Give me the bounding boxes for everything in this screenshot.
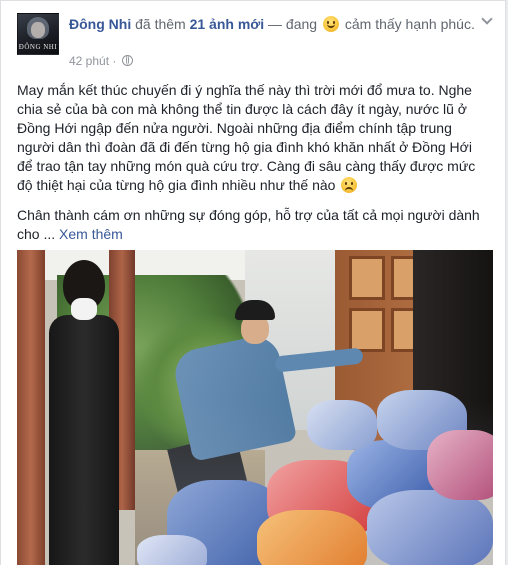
chevron-down-icon[interactable] <box>481 15 491 25</box>
photo-pillar <box>17 250 45 565</box>
feeling-text: cảm thấy hạnh phúc. <box>344 16 475 32</box>
person-body <box>49 315 119 565</box>
separator-text: · <box>112 54 120 68</box>
post-meta: 42 phút · <box>69 53 133 69</box>
relief-bag <box>427 430 493 500</box>
relief-bag <box>307 400 377 450</box>
post-paragraph-2: Chân thành cám ơn những sự đóng góp, hỗ … <box>17 206 487 244</box>
person-mask <box>71 298 97 320</box>
post-photo[interactable] <box>17 250 493 565</box>
post-header: ĐÔNG NHI Đông Nhi đã thêm 21 ảnh mới — đ… <box>17 13 475 68</box>
post-card: ĐÔNG NHI Đông Nhi đã thêm 21 ảnh mới — đ… <box>0 0 506 565</box>
see-more-link[interactable]: Xem thêm <box>59 226 123 242</box>
smile-emoji-icon <box>322 16 339 32</box>
post-text: May mắn kết thúc chuyến đi ý nghĩa thế n… <box>17 81 487 255</box>
door-pane <box>349 256 385 300</box>
paragraph-1-text: May mắn kết thúc chuyến đi ý nghĩa thế n… <box>17 82 476 193</box>
relief-bag <box>257 510 367 565</box>
sad-emoji-icon <box>341 177 358 193</box>
avatar-logo-text: ĐÔNG NHI <box>18 43 58 51</box>
activity-text: — đang <box>268 16 318 32</box>
door-pane <box>349 308 385 352</box>
photo-count-link[interactable]: 21 ảnh mới <box>190 16 265 32</box>
relief-bag <box>137 535 207 565</box>
photo-person-left <box>49 260 119 565</box>
post-paragraph-1: May mắn kết thúc chuyến đi ý nghĩa thế n… <box>17 81 487 195</box>
author-link[interactable]: Đông Nhi <box>69 16 131 32</box>
avatar[interactable]: ĐÔNG NHI <box>17 13 59 55</box>
avatar-face-shape <box>31 22 45 38</box>
globe-icon[interactable] <box>121 55 133 66</box>
post-headline: Đông Nhi đã thêm 21 ảnh mới — đang cảm t… <box>69 15 475 34</box>
person-cap <box>235 300 275 320</box>
relief-bag <box>367 490 493 565</box>
timestamp-link[interactable]: 42 phút <box>69 54 109 68</box>
action-text: đã thêm <box>135 16 186 32</box>
